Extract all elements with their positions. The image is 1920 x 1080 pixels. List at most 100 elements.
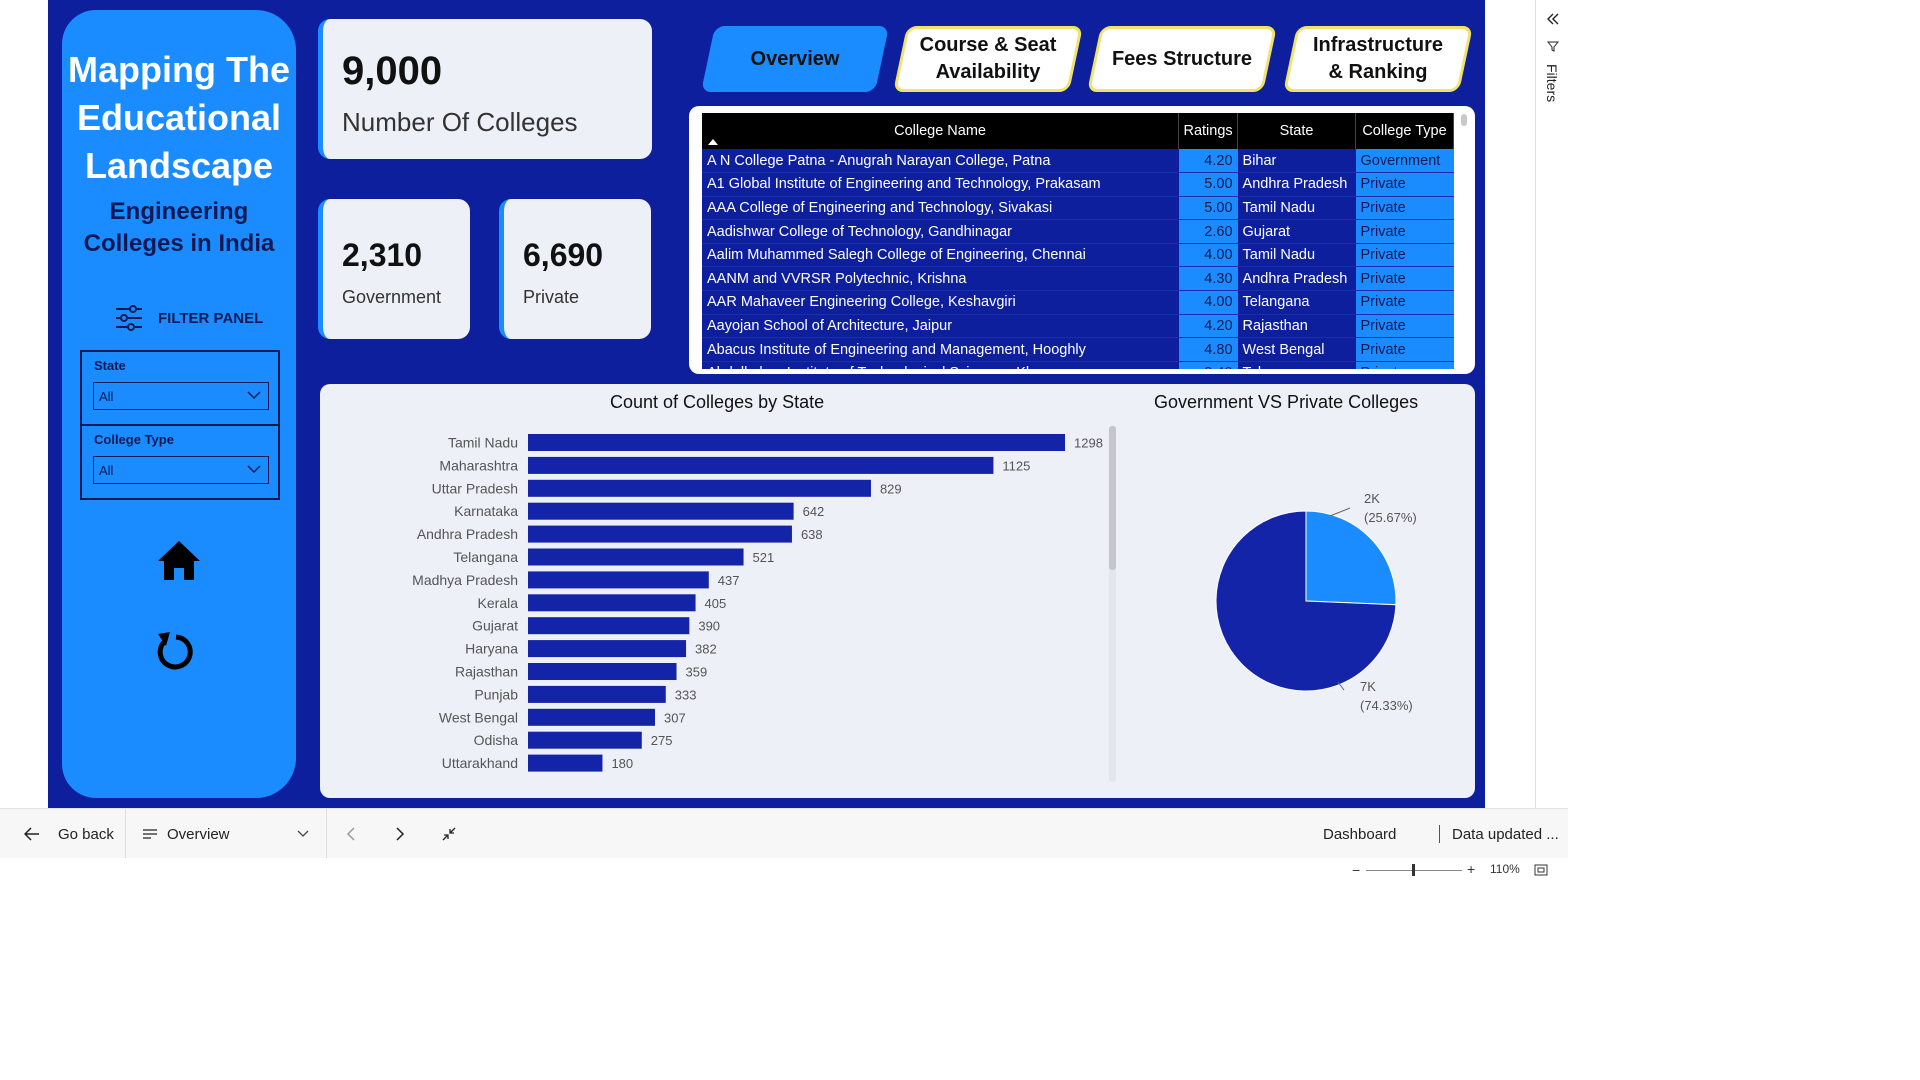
college-type-cell: Private xyxy=(1355,290,1454,315)
slice-percent-label: (74.33%) xyxy=(1360,698,1413,713)
exit-full-screen-button[interactable] xyxy=(442,809,456,859)
column-header-label: State xyxy=(1279,123,1314,139)
table-row[interactable]: Aayojan School of Architecture, Jaipur 4.… xyxy=(702,314,1454,339)
table-row[interactable]: Aadishwar College of Technology, Gandhin… xyxy=(702,219,1454,244)
arrow-left-icon xyxy=(24,827,39,841)
government-label: Government xyxy=(342,287,442,307)
double-chevron-left-icon[interactable] xyxy=(1546,12,1560,26)
bar[interactable] xyxy=(528,525,792,543)
bar[interactable] xyxy=(528,548,744,566)
chevron-down-icon xyxy=(247,391,261,400)
state-bar-chart: Tamil Nadu 1298 Maharashtra 1125 Uttar Prade… xyxy=(412,434,1103,772)
table-scrollbar[interactable] xyxy=(1461,114,1467,126)
table-row[interactable]: A N College Patna - Anugrah Narayan Coll… xyxy=(702,149,1454,174)
dashboard-title: Mapping The Educational Landscape xyxy=(62,46,296,190)
college-type-cell: Private xyxy=(1355,243,1454,268)
category-label: Haryana xyxy=(465,641,518,657)
zoom-slider-thumb[interactable] xyxy=(1412,864,1415,876)
bar[interactable] xyxy=(528,594,696,612)
dashboard-subtitle: Engineering Colleges in India xyxy=(62,196,296,260)
chevron-right-icon xyxy=(396,827,405,841)
data-label: 275 xyxy=(651,733,673,748)
rating-cell: 4.80 xyxy=(1178,337,1238,362)
state-cell: Andhra Pradesh xyxy=(1237,266,1356,292)
nav-infrastructure-ranking[interactable]: Infrastructure & Ranking xyxy=(1282,26,1474,92)
zoom-in-button[interactable]: + xyxy=(1467,861,1475,877)
data-label: 437 xyxy=(718,573,740,588)
nav-overview[interactable]: Overview xyxy=(700,26,890,92)
bar[interactable] xyxy=(528,640,687,658)
pie-slice[interactable] xyxy=(1305,510,1397,606)
college-type-cell: Private xyxy=(1355,314,1454,339)
bar-chart-scrollbar[interactable] xyxy=(1109,426,1116,782)
table-row[interactable]: AAR Mahaveer Engineering College, Keshav… xyxy=(702,290,1454,315)
previous-page-button[interactable] xyxy=(346,809,356,859)
college-type-cell: Private xyxy=(1355,219,1454,244)
column-header-college-name[interactable]: College Name xyxy=(702,113,1180,149)
chevron-left-icon xyxy=(346,827,355,841)
table-row[interactable]: AAA College of Engineering and Technolog… xyxy=(702,196,1454,221)
fit-to-page-icon[interactable] xyxy=(1534,864,1548,876)
college-type-cell: Private xyxy=(1355,172,1454,197)
bar[interactable] xyxy=(528,434,1065,451)
rating-cell: 4.30 xyxy=(1178,266,1238,292)
title-line: Educational xyxy=(76,97,282,138)
bar[interactable] xyxy=(528,731,642,749)
title-line: Landscape xyxy=(84,145,274,186)
divider xyxy=(125,809,126,859)
column-header-ratings[interactable]: Ratings xyxy=(1178,113,1239,149)
bar[interactable] xyxy=(528,685,666,703)
table-row[interactable]: Abacus Institute of Engineering and Mana… xyxy=(702,337,1454,362)
dashboard-link[interactable]: Dashboard xyxy=(1323,809,1396,859)
go-back-button[interactable]: Go back xyxy=(24,809,114,859)
college-type-filter-label: College Type xyxy=(94,432,174,447)
colleges-table-viewport[interactable]: College Name Ratings State College Type … xyxy=(702,113,1454,369)
zoom-out-button[interactable]: − xyxy=(1352,862,1360,878)
bar[interactable] xyxy=(528,617,690,635)
college-type-cell: Government xyxy=(1355,149,1454,174)
state-cell: Tamil Nadu xyxy=(1237,243,1356,268)
subtitle-line: Engineering xyxy=(109,198,249,225)
nav-course-seat-label: Course & Seat Availability xyxy=(920,32,1057,86)
college-type-dropdown[interactable]: All xyxy=(93,456,269,484)
table-row[interactable]: AANM and VVRSR Polytechnic, Krishna 4.30 A… xyxy=(702,266,1454,292)
chart-panel: Count of Colleges by State Tamil Nadu 129… xyxy=(320,384,1475,798)
slice-value-label: 2K xyxy=(1364,491,1380,506)
data-label: 359 xyxy=(686,665,708,680)
reset-icon[interactable] xyxy=(154,628,198,676)
state-dropdown[interactable]: All xyxy=(93,382,269,410)
table-row[interactable]: Aalim Muhammed Salegh College of Enginee… xyxy=(702,243,1454,268)
data-label: 382 xyxy=(695,642,717,657)
collapse-arrows-icon xyxy=(442,827,456,841)
rating-cell: 4.20 xyxy=(1178,149,1238,174)
data-label: 638 xyxy=(801,527,823,542)
filters-pane-label[interactable]: Filters xyxy=(1544,64,1560,102)
nav-fees-label: Fees Structure xyxy=(1111,47,1253,70)
bar[interactable] xyxy=(528,571,709,589)
college-type-dropdown-value: All xyxy=(99,462,114,478)
table-row[interactable]: Abdulkalam Institute of Technological Sc… xyxy=(702,361,1454,369)
bar[interactable] xyxy=(528,754,603,772)
page-selector[interactable]: Overview xyxy=(143,809,313,859)
state-filter-label: State xyxy=(94,358,126,373)
divider xyxy=(1439,825,1440,843)
next-page-button[interactable] xyxy=(395,809,405,859)
category-label: Odisha xyxy=(474,732,519,748)
data-label: 390 xyxy=(698,619,720,634)
table-row[interactable]: A1 Global Institute of Engineering and T… xyxy=(702,172,1454,197)
college-name-cell: AAR Mahaveer Engineering College, Keshav… xyxy=(702,290,1179,315)
nav-fees-structure[interactable]: Fees Structure xyxy=(1086,26,1278,92)
filters-pane-collapsed[interactable] xyxy=(1535,0,1568,808)
bar[interactable] xyxy=(528,479,871,497)
home-icon[interactable] xyxy=(156,538,202,584)
nav-course-seat[interactable]: Course & Seat Availability xyxy=(892,26,1084,92)
left-panel: Mapping The Educational Landscape Engine… xyxy=(62,10,296,798)
bar-chart-scroll-thumb[interactable] xyxy=(1109,426,1116,570)
slice-percent-label: (25.67%) xyxy=(1364,510,1417,525)
bar[interactable] xyxy=(528,708,656,726)
column-header-college-type[interactable]: College Type xyxy=(1355,113,1454,149)
bar[interactable] xyxy=(528,502,794,520)
column-header-state[interactable]: State xyxy=(1237,113,1356,149)
bar[interactable] xyxy=(528,456,994,474)
bar[interactable] xyxy=(528,663,677,680)
